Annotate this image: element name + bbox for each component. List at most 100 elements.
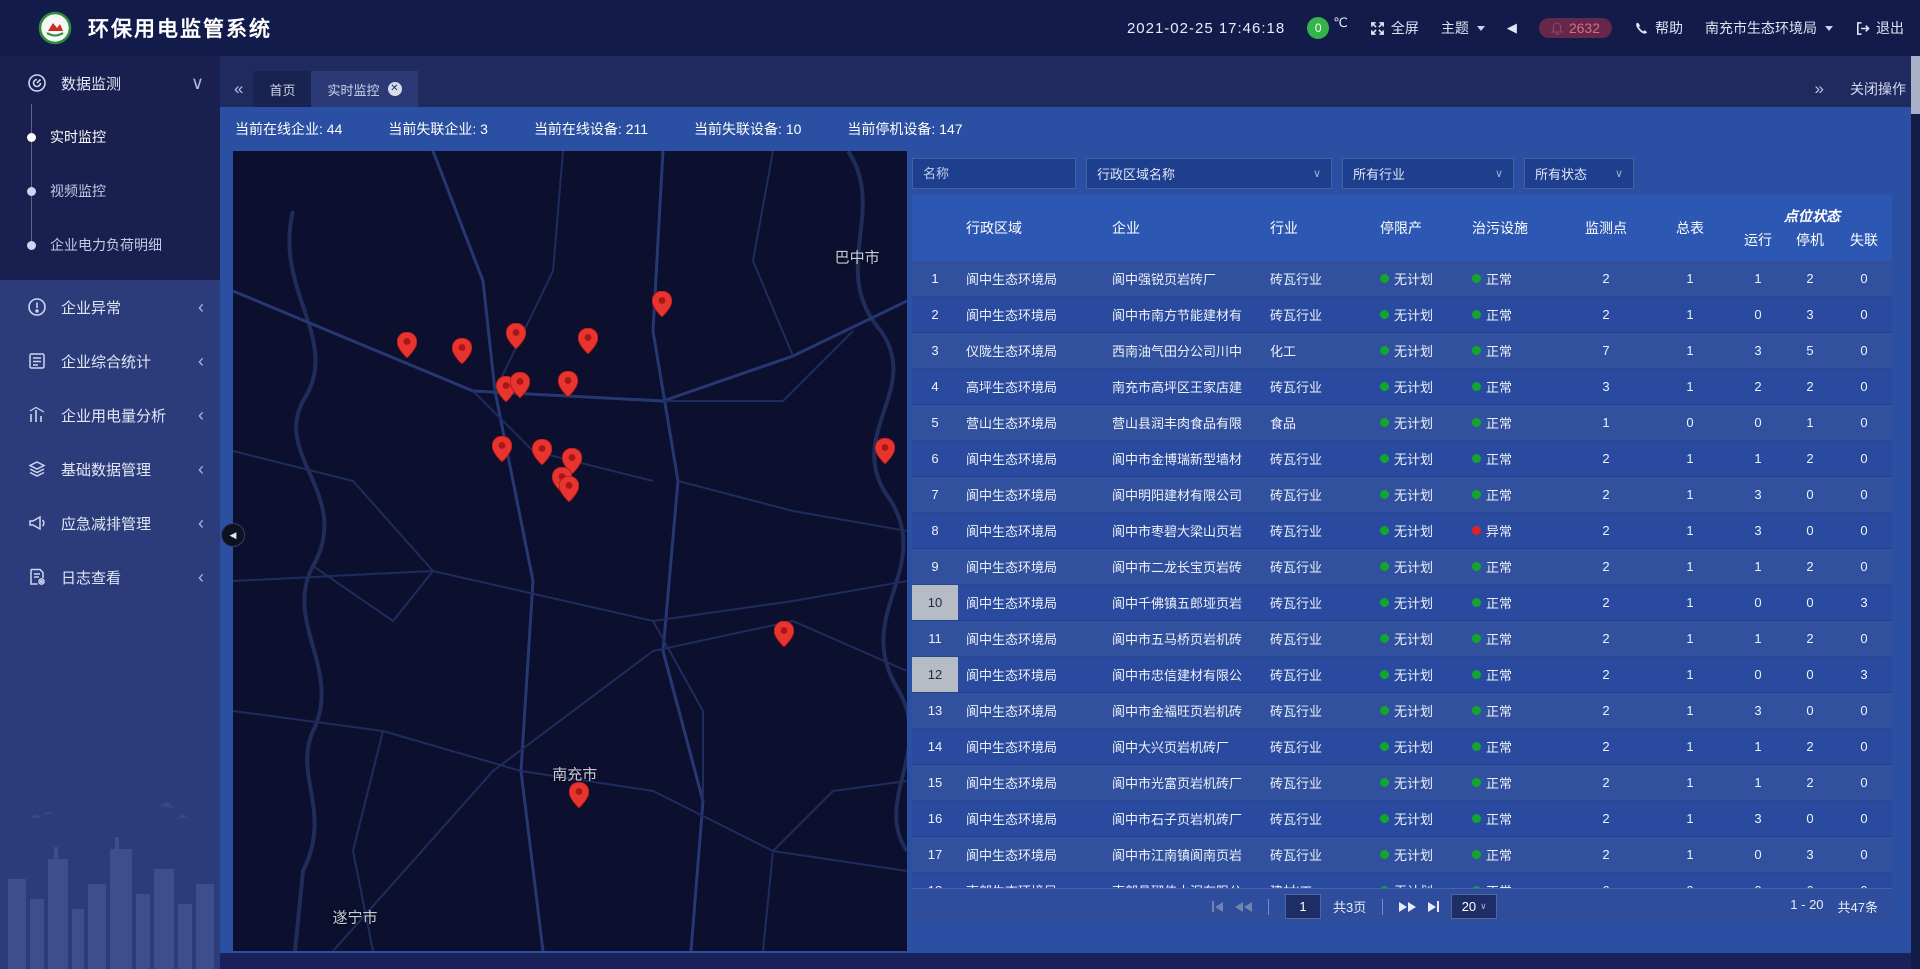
map-pin-icon[interactable] bbox=[397, 332, 417, 358]
stop-count-cell: 2 bbox=[1784, 549, 1836, 584]
monitor-count-cell: 2 bbox=[1564, 297, 1648, 332]
sidebar-menu: 数据监测∨实时监控视频监控企业电力负荷明细企业异常‹企业综合统计‹企业用电量分析… bbox=[0, 56, 220, 604]
stat-item: 当前在线企业: 44 bbox=[235, 119, 342, 139]
table-row[interactable]: 12阆中生态环境局阆中市忠信建材有限公砖瓦行业无计划正常21003 bbox=[912, 657, 1892, 693]
industry-select[interactable]: 所有行业∨ bbox=[1342, 158, 1514, 189]
table-row[interactable]: 15阆中生态环境局阆中市光富页岩机砖厂砖瓦行业无计划正常21120 bbox=[912, 765, 1892, 801]
region-select[interactable]: 行政区域名称∨ bbox=[1086, 158, 1332, 189]
org-menu-button[interactable]: 南充市生态环境局 bbox=[1705, 18, 1833, 38]
sidebar-subitem-实时监控[interactable]: 实时监控 bbox=[0, 110, 220, 164]
monitor-count-cell: 2 bbox=[1564, 441, 1648, 476]
monitor-count-cell: 2 bbox=[1564, 585, 1648, 620]
meter-count-cell: 1 bbox=[1648, 261, 1732, 296]
fullscreen-button[interactable]: 全屏 bbox=[1370, 18, 1419, 38]
status-dot bbox=[1472, 490, 1481, 499]
limit-status-cell: 无计划 bbox=[1376, 513, 1468, 548]
page-next-button[interactable] bbox=[1399, 902, 1416, 912]
status-dot bbox=[1380, 634, 1389, 643]
sidebar-item-应急减排管理[interactable]: 应急减排管理‹ bbox=[0, 496, 220, 550]
col-header-stop: 停机 bbox=[1784, 230, 1836, 250]
map-pin-icon[interactable] bbox=[558, 371, 578, 397]
facility-status-cell: 正常 bbox=[1468, 585, 1564, 620]
mute-speaker-icon[interactable]: ◀ bbox=[1507, 20, 1517, 36]
sidebar-item-企业异常[interactable]: 企业异常‹ bbox=[0, 280, 220, 334]
map-pin-icon[interactable] bbox=[569, 782, 589, 808]
enterprise-table: 行政区域 企业 行业 停限产 治污设施 监测点 总表 点位状态 运行 停机 失联… bbox=[912, 195, 1892, 888]
sidebar-item-日志查看[interactable]: 日志查看‹ bbox=[0, 550, 220, 604]
table-row[interactable]: 17阆中生态环境局阆中市江南镇阆南页岩砖瓦行业无计划正常21030 bbox=[912, 837, 1892, 873]
row-index: 12 bbox=[912, 657, 958, 692]
page-last-button[interactable] bbox=[1428, 901, 1439, 912]
tabs-scroll-right-icon[interactable]: » bbox=[1815, 79, 1824, 99]
table-row[interactable]: 2阆中生态环境局阆中市南方节能建材有砖瓦行业无计划正常21030 bbox=[912, 297, 1892, 333]
table-row[interactable]: 14阆中生态环境局阆中大兴页岩机砖厂砖瓦行业无计划正常21120 bbox=[912, 729, 1892, 765]
table-row[interactable]: 4高坪生态环境局南充市高坪区王家店建砖瓦行业无计划正常31220 bbox=[912, 369, 1892, 405]
datetime-label: 2021-02-25 17:46:18 bbox=[1127, 20, 1285, 37]
company-cell: 阆中市金福旺页岩机砖 bbox=[1108, 693, 1266, 728]
run-count-cell: 0 bbox=[1732, 405, 1784, 440]
table-row[interactable]: 11阆中生态环境局阆中市五马桥页岩机砖砖瓦行业无计划正常21120 bbox=[912, 621, 1892, 657]
run-count-cell: 3 bbox=[1732, 801, 1784, 836]
table-row[interactable]: 16阆中生态环境局阆中市石子页岩机砖厂砖瓦行业无计划正常21300 bbox=[912, 801, 1892, 837]
meter-count-cell: 1 bbox=[1648, 333, 1732, 368]
map-collapse-button[interactable]: ◀ bbox=[221, 523, 245, 547]
name-search-input[interactable] bbox=[912, 158, 1076, 189]
map-pin-icon[interactable] bbox=[492, 436, 512, 462]
theme-menu-button[interactable]: 主题 bbox=[1441, 18, 1485, 38]
sidebar-item-企业综合统计[interactable]: 企业综合统计‹ bbox=[0, 334, 220, 388]
run-count-cell: 0 bbox=[1732, 837, 1784, 872]
scrollbar-thumb[interactable] bbox=[1911, 56, 1920, 114]
vertical-scrollbar[interactable] bbox=[1911, 56, 1920, 969]
limit-status-cell: 无计划 bbox=[1376, 261, 1468, 296]
tabs-scroll-left-icon[interactable]: « bbox=[234, 79, 243, 99]
table-row[interactable]: 5营山生态环境局营山县润丰肉食品有限食品无计划正常10010 bbox=[912, 405, 1892, 441]
help-button[interactable]: 帮助 bbox=[1634, 18, 1683, 38]
facility-status-cell: 正常 bbox=[1468, 297, 1564, 332]
table-row[interactable]: 13阆中生态环境局阆中市金福旺页岩机砖砖瓦行业无计划正常21300 bbox=[912, 693, 1892, 729]
notification-badge[interactable]: 2632 bbox=[1539, 18, 1612, 38]
page-first-button[interactable] bbox=[1212, 901, 1223, 912]
region-cell: 阆中生态环境局 bbox=[958, 657, 1108, 692]
map-pin-icon[interactable] bbox=[532, 439, 552, 465]
map-pin-icon[interactable] bbox=[578, 328, 598, 354]
table-row[interactable]: 3仪陇生态环境局西南油气田分公司川中化工无计划正常71350 bbox=[912, 333, 1892, 369]
stats-bar: 当前在线企业: 44当前失联企业: 3当前在线设备: 211当前失联设备: 10… bbox=[220, 107, 1920, 151]
table-row[interactable]: 10阆中生态环境局阆中千佛镇五郎垭页岩砖瓦行业无计划正常21003 bbox=[912, 585, 1892, 621]
table-row[interactable]: 18南部生态环境局南部县砌伟水泥有限公建材|工无计划正常60060 bbox=[912, 873, 1892, 888]
monitor-count-cell: 2 bbox=[1564, 693, 1648, 728]
map-pin-icon[interactable] bbox=[774, 621, 794, 647]
map-panel[interactable]: 巴中市南充市遂宁市 ◀ bbox=[233, 151, 907, 951]
table-row[interactable]: 6阆中生态环境局阆中市金博瑞新型墙材砖瓦行业无计划正常21120 bbox=[912, 441, 1892, 477]
sidebar-subitem-企业电力负荷明细[interactable]: 企业电力负荷明细 bbox=[0, 218, 220, 272]
table-row[interactable]: 9阆中生态环境局阆中市二龙长宝页岩砖砖瓦行业无计划正常21120 bbox=[912, 549, 1892, 585]
page-size-select[interactable]: 20∨ bbox=[1451, 894, 1497, 919]
sidebar-item-企业用电量分析[interactable]: 企业用电量分析‹ bbox=[0, 388, 220, 442]
close-tab-icon[interactable]: ✕ bbox=[388, 82, 402, 96]
map-pin-icon[interactable] bbox=[652, 291, 672, 317]
map-pin-icon[interactable] bbox=[875, 438, 895, 464]
tab-home[interactable]: 首页 bbox=[253, 71, 311, 107]
sidebar-subitem-视频监控[interactable]: 视频监控 bbox=[0, 164, 220, 218]
industry-cell: 砖瓦行业 bbox=[1266, 657, 1376, 692]
page-number-input[interactable]: 1 bbox=[1285, 894, 1321, 919]
status-select[interactable]: 所有状态∨ bbox=[1524, 158, 1634, 189]
limit-status-cell: 无计划 bbox=[1376, 549, 1468, 584]
map-pin-icon[interactable] bbox=[506, 323, 526, 349]
logout-button[interactable]: 退出 bbox=[1855, 18, 1904, 38]
industry-cell: 砖瓦行业 bbox=[1266, 837, 1376, 872]
tab-realtime-monitor[interactable]: 实时监控 ✕ bbox=[311, 71, 417, 107]
meter-count-cell: 1 bbox=[1648, 369, 1732, 404]
chevron-down-icon bbox=[1825, 26, 1833, 31]
map-pin-icon[interactable] bbox=[452, 338, 472, 364]
page-prev-button[interactable] bbox=[1235, 902, 1252, 912]
limit-status-cell: 无计划 bbox=[1376, 333, 1468, 368]
table-row[interactable]: 7阆中生态环境局阆中明阳建材有限公司砖瓦行业无计划正常21300 bbox=[912, 477, 1892, 513]
table-row[interactable]: 8阆中生态环境局阆中市枣碧大梁山页岩砖瓦行业无计划异常21300 bbox=[912, 513, 1892, 549]
map-pin-icon[interactable] bbox=[510, 372, 530, 398]
row-index: 13 bbox=[912, 693, 958, 728]
sidebar-item-基础数据管理[interactable]: 基础数据管理‹ bbox=[0, 442, 220, 496]
table-row[interactable]: 1阆中生态环境局阆中强锐页岩砖厂砖瓦行业无计划正常21120 bbox=[912, 261, 1892, 297]
close-operations-button[interactable]: 关闭操作 bbox=[1850, 79, 1906, 99]
sidebar-item-数据监测[interactable]: 数据监测∨ bbox=[0, 56, 220, 110]
map-pin-icon[interactable] bbox=[559, 476, 579, 502]
